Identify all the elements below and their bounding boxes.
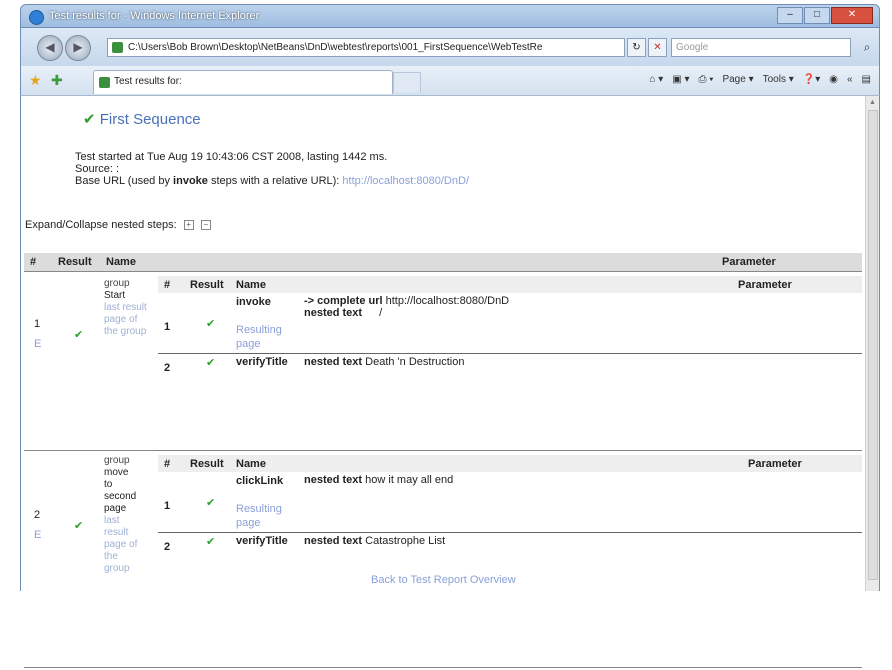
ie-logo-icon (29, 10, 44, 25)
success-check-icon: ✔ (206, 318, 216, 330)
address-toolbar: ◀ ▶ C:\Users\Bob Brown\Desktop\NetBeans\… (20, 28, 880, 66)
new-tab-button[interactable] (393, 72, 421, 92)
success-check-icon: ✔ (206, 536, 216, 548)
step-name: invoke (236, 296, 271, 308)
tools-menu[interactable]: Tools ▾ (763, 74, 794, 85)
browser-tab[interactable]: Test results for: (93, 70, 393, 94)
group-number: 2 (34, 509, 41, 521)
back-to-overview-link[interactable]: Back to Test Report Overview (371, 574, 516, 586)
back-button[interactable]: ◀ (37, 35, 63, 61)
collapse-group-icon[interactable]: E (34, 529, 48, 541)
success-check-icon: ✔ (83, 111, 96, 128)
nested-row: 1 ✔ invoke Resulting page -> complete ur… (164, 295, 510, 350)
col-name: Name (100, 253, 152, 272)
chevron-icon[interactable]: « (847, 74, 853, 85)
home-button[interactable]: ⌂ ▾ (649, 74, 663, 85)
address-bar[interactable]: C:\Users\Bob Brown\Desktop\NetBeans\DnD\… (107, 38, 625, 57)
success-check-icon: ✔ (206, 497, 216, 509)
base-url-link[interactable]: http://localhost:8080/DnD/ (342, 175, 469, 187)
test-source: Source: : (75, 163, 120, 175)
scroll-up-arrow-icon[interactable]: ▲ (869, 99, 876, 106)
step-type: group (104, 278, 130, 289)
test-info: Test started at Tue Aug 19 10:43:06 CST … (75, 151, 469, 187)
collapse-group-icon[interactable]: E (34, 338, 48, 350)
tab-title: Test results for: (114, 76, 182, 87)
nested-steps: # Result Name Parameter 1 ✔ clickLink Re… (158, 455, 862, 555)
maximize-button[interactable]: □ (804, 7, 830, 24)
scrollbar-thumb[interactable] (868, 110, 878, 580)
table-row: 2 E ✔ group move to second page last res… (24, 450, 862, 668)
step-name: verifyTitle (236, 535, 288, 547)
nested-row: 2 ✔ verifyTitle nested text Death 'n Des… (158, 353, 862, 376)
window-title: Test results for - Windows Internet Expl… (49, 10, 260, 22)
window-titlebar: Test results for - Windows Internet Expl… (20, 4, 880, 28)
page-title: ✔ First Sequence (83, 111, 201, 128)
window-controls: – □ ✕ (777, 7, 873, 24)
vertical-scrollbar[interactable]: ▲ (865, 96, 880, 591)
page-menu[interactable]: Page ▾ (722, 74, 753, 85)
research-button[interactable]: ◉ (829, 74, 838, 85)
param-value: http://localhost:8080/DnD (385, 295, 510, 307)
col-num: # (24, 253, 52, 272)
command-toolbar: ★ ✚ Test results for: ⌂ ▾ ▣ ▾ ⎙ ▾ Page ▾… (20, 66, 880, 96)
collapse-all-button[interactable]: − (200, 220, 211, 231)
param-value: Death 'n Destruction (365, 356, 465, 368)
success-check-icon: ✔ (206, 357, 216, 369)
param-value: Catastrophe List (365, 535, 446, 547)
last-result-link[interactable]: last result page of the group (104, 302, 148, 338)
col-parameter: Parameter (152, 253, 862, 272)
last-result-link[interactable]: last result page of the group (104, 515, 138, 575)
expand-all-button[interactable]: + (183, 220, 194, 231)
add-favorites-icon[interactable]: ✚ (51, 72, 63, 89)
help-menu[interactable]: ❓▾ (803, 74, 820, 85)
resulting-page-link[interactable]: Resulting page (236, 503, 282, 529)
command-buttons: ⌂ ▾ ▣ ▾ ⎙ ▾ Page ▾ Tools ▾ ❓▾ ◉ « ▤ (649, 74, 871, 85)
group-number: 1 (34, 318, 41, 330)
param-value: how it may all end (365, 474, 454, 486)
expand-collapse: Expand/Collapse nested steps: + − (25, 219, 211, 231)
nested-row: 2 ✔ verifyTitle nested text Catastrophe … (158, 532, 862, 555)
page-content: ✔ First Sequence Test started at Tue Aug… (20, 96, 865, 670)
minimize-button[interactable]: – (777, 7, 803, 24)
table-row: 1 E ✔ group Start last result page of th… (24, 271, 862, 451)
base-url-line: Base URL (used by invoke steps with a re… (75, 175, 469, 187)
success-check-icon: ✔ (74, 520, 84, 532)
refresh-button[interactable]: ↻ (627, 38, 646, 57)
param-value: / (379, 307, 383, 319)
group-name: Start (104, 290, 126, 301)
feeds-button[interactable]: ▣ ▾ (672, 74, 689, 85)
col-result: Result (52, 253, 100, 272)
close-window-button[interactable]: ✕ (831, 7, 873, 24)
address-text: C:\Users\Bob Brown\Desktop\NetBeans\DnD\… (128, 42, 543, 53)
print-button[interactable]: ⎙ ▾ (698, 74, 713, 85)
tab-page-icon (99, 77, 110, 88)
search-input[interactable]: Google (671, 38, 851, 57)
page-icon (112, 42, 123, 53)
nested-row: 1 ✔ clickLink Resulting page nested text… (164, 474, 454, 529)
test-started: Test started at Tue Aug 19 10:43:06 CST … (75, 151, 388, 163)
favorites-star-icon[interactable]: ★ (29, 72, 42, 89)
step-name: clickLink (236, 475, 284, 487)
extras-icon[interactable]: ▤ (862, 74, 871, 85)
nested-steps: # Result Name Parameter 1 ✔ invoke Resul… (158, 276, 862, 376)
resulting-page-link[interactable]: Resulting page (236, 324, 282, 350)
success-check-icon: ✔ (74, 329, 84, 341)
step-name: verifyTitle (236, 356, 288, 368)
forward-button[interactable]: ▶ (65, 35, 91, 61)
group-name: move to second page (104, 467, 137, 514)
stop-button[interactable]: ✕ (648, 38, 667, 57)
search-icon[interactable]: ⌕ (857, 38, 877, 57)
step-type: group (104, 455, 130, 466)
steps-table: # Result Name Parameter 1 E ✔ group Star… (24, 253, 862, 670)
